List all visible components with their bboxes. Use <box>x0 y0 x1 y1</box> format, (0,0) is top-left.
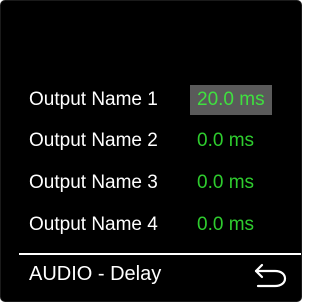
output-name-label: Output Name 2 <box>29 130 158 151</box>
delay-value[interactable]: 0.0 ms <box>190 168 261 198</box>
device-screen: Output Name 1 20.0 ms Output Name 2 0.0 … <box>0 0 302 302</box>
page-title: AUDIO - Delay <box>29 263 162 285</box>
output-name-label: Output Name 3 <box>29 172 158 193</box>
back-button[interactable] <box>253 261 289 289</box>
output-row-1[interactable]: Output Name 1 20.0 ms <box>29 85 272 115</box>
output-name-label: Output Name 1 <box>29 89 158 110</box>
output-row-3[interactable]: Output Name 3 0.0 ms <box>29 168 261 198</box>
footer-divider <box>19 253 301 255</box>
output-row-4[interactable]: Output Name 4 0.0 ms <box>29 210 261 240</box>
delay-value[interactable]: 0.0 ms <box>190 210 261 240</box>
return-arrow-icon <box>254 263 287 288</box>
delay-value[interactable]: 0.0 ms <box>190 126 261 156</box>
delay-value-selected[interactable]: 20.0 ms <box>190 85 272 115</box>
output-name-label: Output Name 4 <box>29 214 158 235</box>
output-row-2[interactable]: Output Name 2 0.0 ms <box>29 126 261 156</box>
